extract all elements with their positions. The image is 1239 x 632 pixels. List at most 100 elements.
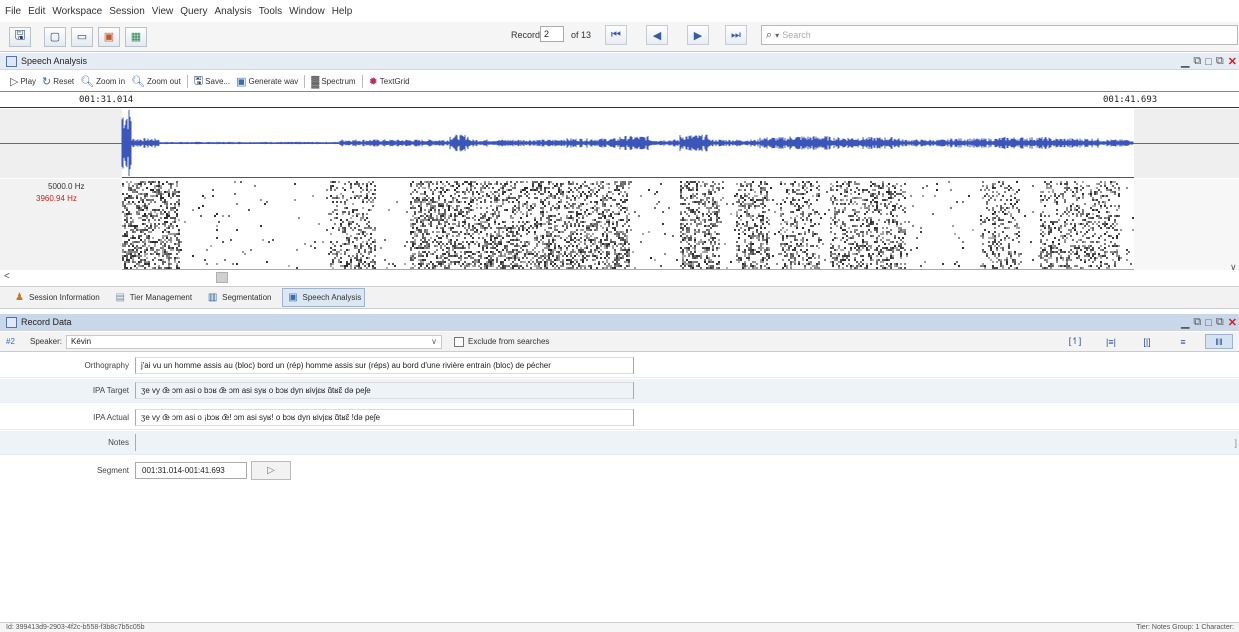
grid-icon: ▦ — [130, 31, 142, 43]
restore-icon[interactable]: ⧉ — [1216, 55, 1224, 68]
arrow-left-icon: ◀ — [652, 29, 662, 42]
minimize-icon[interactable]: ▁ — [1181, 316, 1189, 329]
ipa-actual-field[interactable]: ʒe vy œ̃ ɔm asi o ¡bɔʁ œ̃! ɔm asi syʁ! o… — [135, 409, 633, 426]
scroll-left-icon[interactable]: < — [4, 271, 10, 282]
media-button[interactable]: ▣ — [98, 26, 120, 47]
notes-field[interactable] — [135, 434, 1225, 451]
orthography-field[interactable]: j'ai vu un homme assis au (bloc) bord un… — [135, 357, 633, 374]
speaker-select[interactable]: Kévin ∨ — [66, 334, 443, 349]
record-label: Record: — [511, 30, 543, 40]
generate-wav-button[interactable]: ▣ Generate wav — [236, 75, 298, 88]
textgrid-button[interactable]: ✹ TextGrid — [369, 75, 410, 88]
reset-label: Reset — [53, 77, 75, 86]
exclude-label: Exclude from searches — [468, 337, 550, 346]
textgrid-label: TextGrid — [379, 77, 410, 86]
record-number-input[interactable]: 2 — [540, 26, 564, 42]
tab-segmentation[interactable]: ▥ Segmentation — [203, 289, 274, 306]
segment-time-field[interactable]: 001:31.014-001:41.693 — [135, 461, 247, 479]
merge-group-button[interactable]: [|] — [1133, 334, 1161, 349]
time-ruler: 001:31.014 001:41.693 — [0, 93, 1239, 108]
undock-icon[interactable]: ⧉ — [1193, 316, 1201, 329]
speech-analysis-header: Speech Analysis ▁ ⧉ □ ⧉ ✕ — [0, 53, 1239, 70]
segment-row: Segment 001:31.014-001:41.693 ▷ — [0, 458, 1239, 482]
floppy-icon: 🖫 — [14, 26, 26, 42]
tier-status: Tier: Notes Group: 1 Character: — [1136, 624, 1234, 631]
tab-speech-analysis[interactable]: ▣ Speech Analysis — [282, 288, 366, 307]
speaker-label: Speaker: — [30, 337, 63, 346]
tiers-icon: ▤ — [115, 292, 125, 303]
tab-session-information[interactable]: ♟ Session Information — [10, 289, 103, 306]
previous-record-button[interactable]: ◀ — [646, 25, 668, 45]
new-layout-button[interactable]: ▢ — [44, 26, 66, 47]
search-icon: ⌕ — [766, 28, 773, 41]
first-record-button[interactable]: ⏮ — [605, 25, 627, 45]
spectrum-button[interactable]: ▓ Spectrum — [311, 76, 355, 88]
group-alignment-button[interactable]: [↿] — [1061, 334, 1089, 349]
search-field[interactable]: ⌕ ▾ Search — [761, 25, 1238, 45]
view-button[interactable]: ▭ — [71, 26, 93, 47]
play-segment-button[interactable]: ▷ — [251, 460, 291, 480]
maximize-icon[interactable]: □ — [1205, 56, 1212, 68]
spreadsheet-button[interactable]: ▦ — [125, 26, 147, 47]
menu-view[interactable]: View — [152, 6, 174, 17]
spectrogram-view[interactable]: 5000.0 Hz 3960.94 Hz — [0, 179, 1239, 270]
speech-analysis-title: Speech Analysis — [21, 56, 88, 66]
menu-file[interactable]: File — [5, 6, 21, 17]
skip-last-icon: ⏭ — [731, 28, 741, 41]
menu-help[interactable]: Help — [332, 6, 353, 17]
maximize-icon[interactable]: □ — [1205, 317, 1212, 329]
split-icon: |≡| — [1106, 336, 1116, 347]
list-icon: ≡ — [1180, 336, 1186, 347]
record-data-header: Record Data ▁ ⧉ □ ⧉ ✕ — [0, 314, 1239, 331]
zoom-in-button[interactable]: 🔍︎ Zoom in — [80, 75, 125, 88]
main-toolbar: 🖫 ▢ ▭ ▣ ▦ Record: 2 of 13 ⏮ ◀ ▶ ⏭ ⌕ ▾ Se… — [0, 22, 1239, 52]
tier-row-ipa-actual: IPA Actual ʒe vy œ̃ ɔm asi o ¡bɔʁ œ̃! ɔm… — [0, 406, 1239, 430]
vertical-layout-button[interactable]: ≡ — [1169, 334, 1197, 349]
record-data-title: Record Data — [21, 317, 72, 327]
reset-button[interactable]: ↻ Reset — [42, 75, 74, 88]
exclude-checkbox[interactable] — [454, 336, 465, 347]
zoom-out-button[interactable]: 🔍︎ Zoom out — [131, 75, 181, 88]
tab-tier-management[interactable]: ▤ Tier Management — [111, 289, 195, 306]
panel-window-controls: ▁ ⧉ □ ⧉ ✕ — [1181, 53, 1237, 70]
play-button[interactable]: ▷ Play — [10, 75, 36, 88]
last-record-button[interactable]: ⏭ — [725, 25, 747, 45]
floppy-icon: 🖫 — [193, 75, 204, 87]
columns-icon: ‖‖ — [1215, 336, 1223, 347]
minimize-icon[interactable]: ▁ — [1181, 55, 1189, 68]
next-record-button[interactable]: ▶ — [687, 25, 709, 45]
menu-tools[interactable]: Tools — [259, 6, 282, 17]
segment-start-time: 001:31.014 — [79, 95, 134, 105]
max-frequency-label: 5000.0 Hz — [48, 182, 85, 191]
speaker-value: Kévin — [71, 337, 92, 346]
scroll-thumb[interactable] — [216, 272, 228, 283]
chevron-down-icon: ∨ — [431, 337, 438, 346]
save-button[interactable]: 🖫 — [9, 26, 31, 47]
close-icon[interactable]: ✕ — [1228, 316, 1237, 329]
ipa-target-field[interactable]: ʒe vy œ̃ ɔm asi o bɔʁ œ̃ ɔm asi syʁ o bɔ… — [135, 382, 633, 399]
record-count: of 13 — [571, 30, 592, 40]
menu-query[interactable]: Query — [180, 6, 207, 17]
tab-label: Tier Management — [129, 293, 193, 302]
split-group-button[interactable]: |≡| — [1097, 334, 1125, 349]
tier-name: Notes — [108, 438, 129, 447]
undock-icon[interactable]: ⧉ — [1193, 55, 1201, 68]
close-icon[interactable]: ✕ — [1228, 55, 1237, 68]
chevron-down-icon[interactable]: ▾ — [775, 31, 779, 40]
restore-icon[interactable]: ⧉ — [1216, 316, 1224, 329]
menu-session[interactable]: Session — [109, 6, 145, 17]
scroll-down-icon[interactable]: ∨ — [1230, 262, 1237, 273]
horizontal-layout-button[interactable]: ‖‖ — [1205, 334, 1233, 349]
exclude-from-searches[interactable]: Exclude from searches — [454, 336, 550, 347]
merge-icon: [|] — [1143, 336, 1151, 347]
waveform-view[interactable] — [0, 109, 1239, 178]
menu-analysis[interactable]: Analysis — [215, 6, 252, 17]
menu-window[interactable]: Window — [289, 6, 325, 17]
menu-edit[interactable]: Edit — [28, 6, 45, 17]
media-icon: ▣ — [103, 31, 115, 43]
save-wav-button[interactable]: 🖫 Save... — [194, 72, 230, 91]
zoom-in-icon: 🔍︎ — [80, 76, 95, 88]
horizontal-scrollbar[interactable]: < — [0, 271, 1239, 284]
menu-workspace[interactable]: Workspace — [52, 6, 102, 17]
zoom-in-label: Zoom in — [96, 77, 126, 86]
